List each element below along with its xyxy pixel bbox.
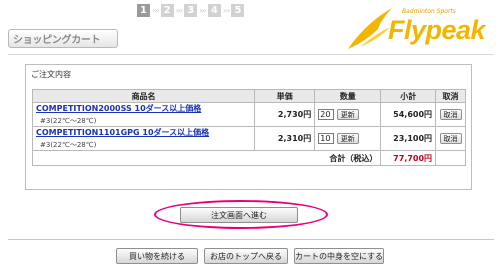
step-arrow-icon: ››› [152,6,160,15]
product-variant: #3(22℃～28℃) [40,141,97,149]
step-5: 5 [231,4,245,17]
order-panel: ご注文内容 商品名 単価 数量 小計 取消 COMPETITION2000SS … [25,64,472,190]
qty-cell: 10 更新 [314,126,382,151]
total-label: 合計（税込） [31,150,382,166]
step-arrow-icon: ››› [222,6,231,15]
col-header-name: 商品名 [31,89,256,103]
product-variant: #3(22℃～28℃) [40,117,97,125]
step-arrow-icon: ››› [175,6,184,15]
page-title: ショッピングカート [8,29,118,48]
product-link[interactable]: COMPETITION2000SS 10ダース以上価格 [36,103,251,114]
delete-cell: 取消 [435,126,466,151]
delete-cell: 取消 [435,102,466,127]
col-header-subtotal: 小計 [380,89,437,103]
unit-price: 2,730円 [254,102,316,127]
update-button[interactable]: 更新 [336,133,359,144]
qty-cell: 20 更新 [314,102,382,127]
table-header-row: 商品名 単価 数量 小計 取消 [31,89,466,103]
header-divider [8,54,494,55]
step-2: 2 [160,4,174,17]
order-table: 商品名 単価 数量 小計 取消 COMPETITION2000SS 10ダース以… [31,89,466,166]
table-row: COMPETITION2000SS 10ダース以上価格 #3(22℃～28℃) … [31,102,466,127]
logo-subtitle: Badminton Sports [402,8,456,15]
step-3: 3 [184,4,198,17]
update-button[interactable]: 更新 [336,109,359,120]
unit-price: 2,310円 [254,126,316,151]
step-1: 1 [137,4,150,17]
product-cell: COMPETITION1101GPG 10ダース以上価格 #3(22℃～28℃) [31,126,256,151]
delete-button[interactable]: 取消 [439,109,462,120]
col-header-price: 単価 [254,89,316,103]
step-4: 4 [207,4,221,17]
product-cell: COMPETITION2000SS 10ダース以上価格 #3(22℃～28℃) [31,102,256,127]
line-subtotal: 54,600円 [380,102,437,127]
continue-shopping-button[interactable]: 買い物を続ける [116,248,198,264]
col-header-delete: 取消 [435,89,466,103]
back-to-top-button[interactable]: お店のトップへ戻る [204,248,288,264]
total-empty-cell [435,150,466,166]
footer-divider [8,239,494,240]
logo-text: Flypeak [388,15,486,45]
product-link[interactable]: COMPETITION1101GPG 10ダース以上価格 [36,127,251,138]
total-row: 合計（税込） 77,700円 [31,150,466,166]
col-header-qty: 数量 [314,89,382,103]
order-section-title: ご注文内容 [31,70,71,79]
table-row: COMPETITION1101GPG 10ダース以上価格 #3(22℃～28℃)… [31,126,466,151]
total-value: 77,700円 [380,150,437,166]
line-subtotal: 23,100円 [380,126,437,151]
proceed-to-order-button[interactable]: 注文画面へ進む [180,207,298,223]
quantity-field[interactable]: 10 [318,133,335,144]
quantity-field[interactable]: 20 [318,109,335,120]
empty-cart-button[interactable]: カートの中身を空にする [294,248,384,264]
delete-button[interactable]: 取消 [439,133,462,144]
step-indicator: 1 ››› 2 ››› 3 ››› 4 ››› 5 [137,4,245,17]
step-arrow-icon: ››› [199,6,207,15]
